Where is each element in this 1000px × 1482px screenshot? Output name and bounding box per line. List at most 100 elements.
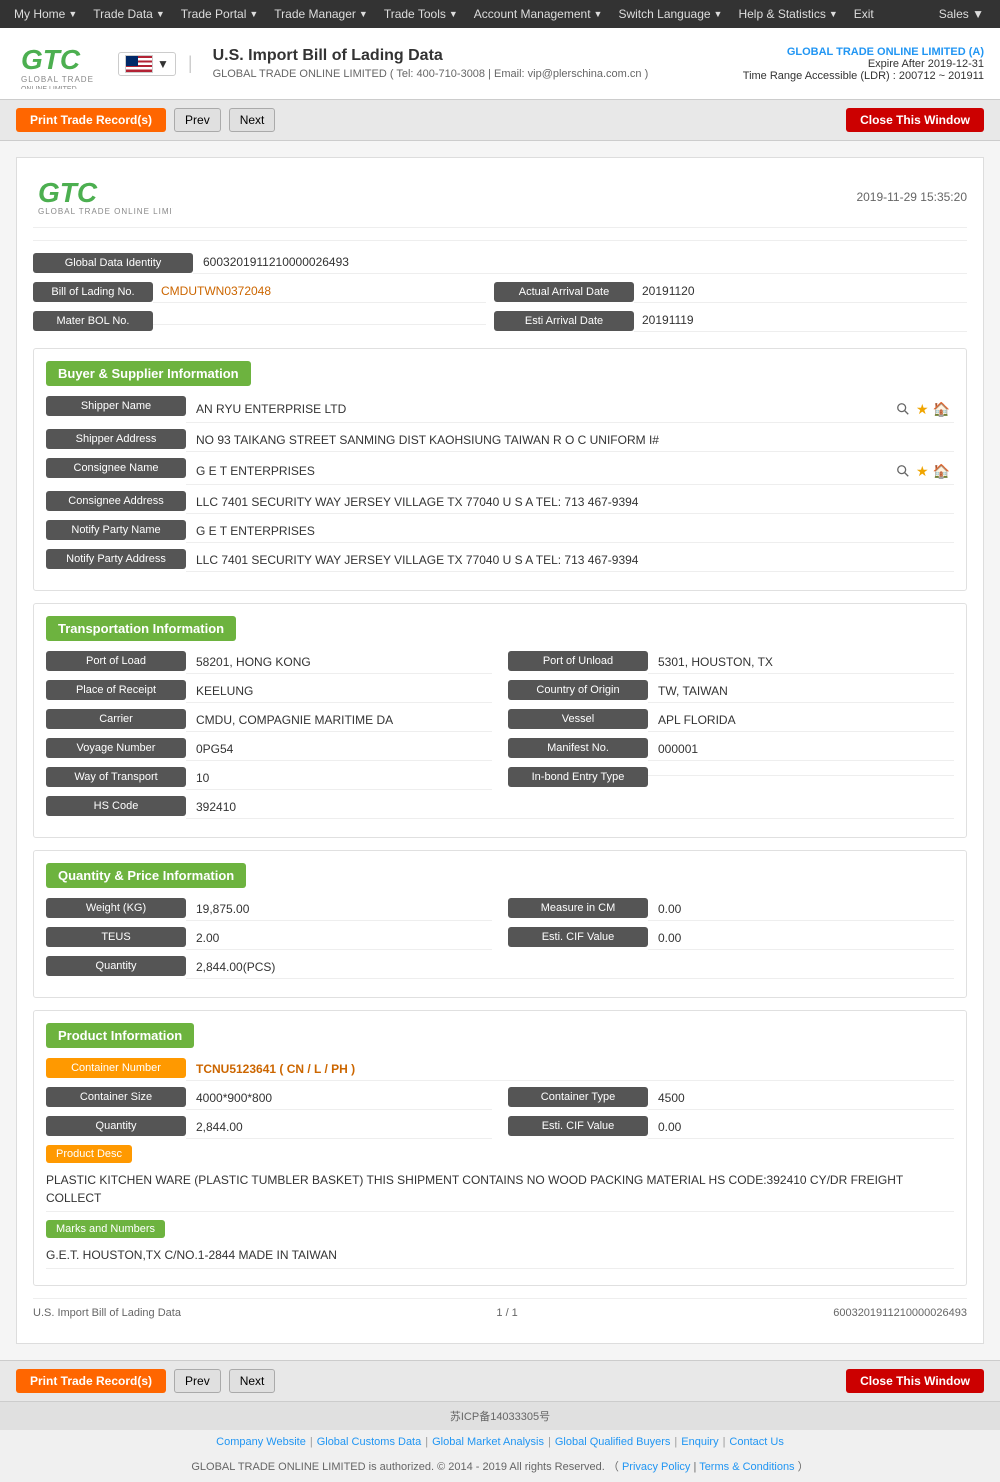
consignee-name-icons: ★ 🏠 — [890, 458, 954, 484]
language-flag[interactable]: ▼ — [118, 52, 176, 76]
shipper-name-row: Shipper Name AN RYU ENTERPRISE LTD ★ 🏠 — [46, 396, 954, 423]
footer-global-customs[interactable]: Global Customs Data — [317, 1436, 422, 1448]
nav-help-statistics[interactable]: Help & Statistics ▼ — [732, 3, 843, 25]
footer-global-qualified[interactable]: Global Qualified Buyers — [555, 1436, 671, 1448]
vessel-label: Vessel — [508, 709, 648, 729]
next-button-bottom[interactable]: Next — [229, 1369, 276, 1393]
header-bar: GTC GLOBAL TRADE ONLINE LIMITED ▼ | U.S.… — [0, 28, 1000, 100]
svg-text:ONLINE LIMITED: ONLINE LIMITED — [21, 86, 77, 89]
product-esti-cif-col: Esti. CIF Value 0.00 — [508, 1116, 954, 1139]
container-size-type-row: Container Size 4000*900*800 Container Ty… — [46, 1087, 954, 1110]
footer-icp: 苏ICP备14033305号 — [0, 1402, 1000, 1430]
buyer-supplier-section: Buyer & Supplier Information Shipper Nam… — [33, 348, 967, 591]
footer-terms[interactable]: Terms & Conditions — [699, 1461, 794, 1473]
transportation-header: Transportation Information — [46, 616, 236, 641]
company-logo: GTC GLOBAL TRADE ONLINE LIMITED — [16, 39, 106, 89]
voyage-number-label: Voyage Number — [46, 738, 186, 758]
shipper-address-label: Shipper Address — [46, 429, 186, 449]
prev-button-top[interactable]: Prev — [174, 108, 221, 132]
consignee-name-value: G E T ENTERPRISES — [186, 460, 890, 482]
in-bond-entry-type-col: In-bond Entry Type — [508, 767, 954, 790]
shipper-search-icon[interactable] — [894, 400, 912, 418]
quantity-label: Quantity — [46, 956, 186, 976]
way-inbond-row: Way of Transport 10 In-bond Entry Type — [46, 767, 954, 790]
mater-bol-label: Mater BOL No. — [33, 311, 153, 331]
product-section: Product Information Container Number TCN… — [33, 1010, 967, 1286]
close-button-top[interactable]: Close This Window — [846, 108, 984, 132]
footer-record-id: 6003201911210000026493 — [833, 1307, 967, 1319]
footer-copyright: GLOBAL TRADE ONLINE LIMITED is authorize… — [0, 1454, 1000, 1482]
container-number-value: TCNU5123641 ( CN / L / PH ) — [186, 1058, 954, 1081]
nav-sales[interactable]: Sales ▼ — [931, 3, 992, 25]
bol-row: Bill of Lading No. CMDUTWN0372048 Actual… — [33, 280, 967, 303]
nav-help-statistics-arrow: ▼ — [829, 9, 838, 19]
consignee-star-icon[interactable]: ★ — [916, 463, 929, 480]
nav-switch-language-arrow: ▼ — [714, 9, 723, 19]
actual-arrival-value: 20191120 — [634, 280, 967, 303]
nav-trade-tools[interactable]: Trade Tools ▼ — [378, 3, 464, 25]
weight-col: Weight (KG) 19,875.00 — [46, 898, 492, 921]
nav-account-management[interactable]: Account Management ▼ — [468, 3, 609, 25]
consignee-name-row: Consignee Name G E T ENTERPRISES ★ 🏠 — [46, 458, 954, 485]
svg-text:GLOBAL TRADE ONLINE LIMITED: GLOBAL TRADE ONLINE LIMITED — [38, 207, 173, 216]
footer-page-info: 1 / 1 — [496, 1307, 517, 1319]
shipper-star-icon[interactable]: ★ — [916, 401, 929, 418]
record-footer: U.S. Import Bill of Lading Data 1 / 1 60… — [33, 1298, 967, 1327]
hs-code-row: HS Code 392410 — [46, 796, 954, 819]
mater-bol-row: Mater BOL No. Esti Arrival Date 20191119 — [33, 309, 967, 332]
container-size-col: Container Size 4000*900*800 — [46, 1087, 492, 1110]
footer-enquiry[interactable]: Enquiry — [681, 1436, 718, 1448]
prev-button-bottom[interactable]: Prev — [174, 1369, 221, 1393]
consignee-home-icon[interactable]: 🏠 — [933, 463, 950, 480]
product-esti-cif-label: Esti. CIF Value — [508, 1116, 648, 1136]
svg-text:GTC: GTC — [38, 177, 98, 208]
weight-label: Weight (KG) — [46, 898, 186, 918]
nav-my-home[interactable]: My Home ▼ — [8, 3, 83, 25]
print-button-top[interactable]: Print Trade Record(s) — [16, 108, 166, 132]
carrier-col: Carrier CMDU, COMPAGNIE MARITIME DA — [46, 709, 492, 732]
shipper-name-label: Shipper Name — [46, 396, 186, 416]
container-size-label: Container Size — [46, 1087, 186, 1107]
place-of-receipt-col: Place of Receipt KEELUNG — [46, 680, 492, 703]
product-desc-section: Product Desc PLASTIC KITCHEN WARE (PLAST… — [46, 1145, 954, 1212]
footer-privacy-policy[interactable]: Privacy Policy — [622, 1461, 690, 1473]
close-button-bottom[interactable]: Close This Window — [846, 1369, 984, 1393]
card-datetime: 2019-11-29 15:35:20 — [856, 190, 967, 204]
consignee-search-icon[interactable] — [894, 462, 912, 480]
footer-global-market[interactable]: Global Market Analysis — [432, 1436, 544, 1448]
consignee-name-label: Consignee Name — [46, 458, 186, 478]
marks-numbers-label: Marks and Numbers — [46, 1220, 165, 1238]
global-data-identity-value: 6003201911210000026493 — [193, 251, 967, 274]
in-bond-entry-type-value — [648, 767, 954, 776]
nav-exit[interactable]: Exit — [848, 3, 880, 25]
consignee-address-row: Consignee Address LLC 7401 SECURITY WAY … — [46, 491, 954, 514]
main-content: GTC GLOBAL TRADE ONLINE LIMITED 2019-11-… — [0, 141, 1000, 1360]
actual-arrival-label: Actual Arrival Date — [494, 282, 634, 302]
vessel-value: APL FLORIDA — [648, 709, 954, 732]
svg-text:GLOBAL TRADE: GLOBAL TRADE — [21, 75, 94, 84]
product-header: Product Information — [46, 1023, 194, 1048]
nav-trade-tools-arrow: ▼ — [449, 9, 458, 19]
carrier-vessel-row: Carrier CMDU, COMPAGNIE MARITIME DA Vess… — [46, 709, 954, 732]
bottom-action-bar: Print Trade Record(s) Prev Next Close Th… — [0, 1360, 1000, 1401]
nav-switch-language[interactable]: Switch Language ▼ — [612, 3, 728, 25]
shipper-home-icon[interactable]: 🏠 — [933, 401, 950, 418]
hs-code-value: 392410 — [186, 796, 954, 819]
nav-trade-portal[interactable]: Trade Portal ▼ — [175, 3, 265, 25]
footer-company-website[interactable]: Company Website — [216, 1436, 306, 1448]
container-number-label: Container Number — [46, 1058, 186, 1078]
nav-trade-data[interactable]: Trade Data ▼ — [87, 3, 171, 25]
nav-trade-manager[interactable]: Trade Manager ▼ — [268, 3, 374, 25]
way-of-transport-label: Way of Transport — [46, 767, 186, 787]
print-button-bottom[interactable]: Print Trade Record(s) — [16, 1369, 166, 1393]
way-of-transport-value: 10 — [186, 767, 492, 790]
vessel-col: Vessel APL FLORIDA — [508, 709, 954, 732]
marks-numbers-section: Marks and Numbers G.E.T. HOUSTON,TX C/NO… — [46, 1220, 954, 1269]
voyage-number-col: Voyage Number 0PG54 — [46, 738, 492, 761]
footer-contact-us[interactable]: Contact Us — [729, 1436, 783, 1448]
esti-cif-col: Esti. CIF Value 0.00 — [508, 927, 954, 950]
header-company-name: GLOBAL TRADE ONLINE LIMITED (A) — [743, 46, 984, 58]
next-button-top[interactable]: Next — [229, 108, 276, 132]
flag-arrow: ▼ — [157, 57, 169, 71]
product-qty-cif-row: Quantity 2,844.00 Esti. CIF Value 0.00 — [46, 1116, 954, 1139]
